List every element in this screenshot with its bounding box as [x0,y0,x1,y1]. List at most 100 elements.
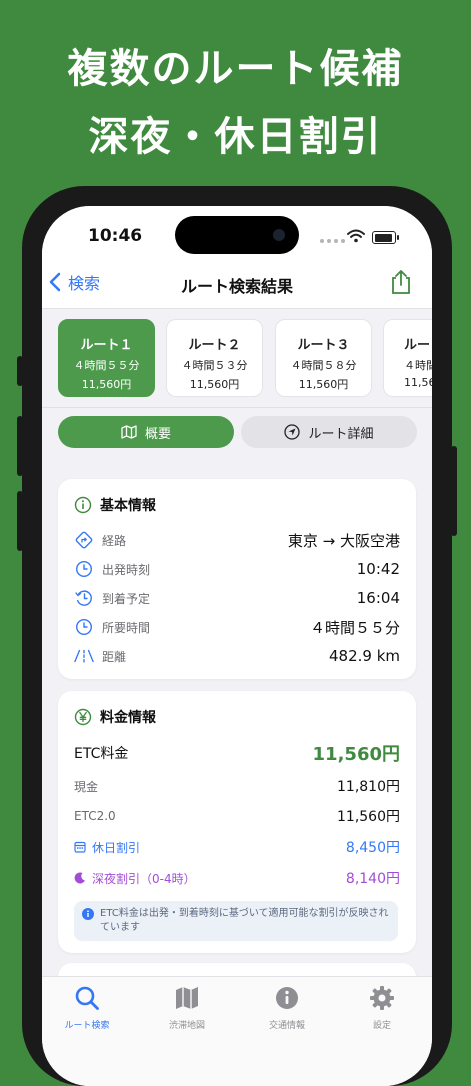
route-price: 11,560円 [189,378,240,391]
fee-info-header: 料金情報 [74,707,156,727]
route-duration: ４時間５８分 [290,359,357,372]
fee-row-holiday: 休日割引 8,450円 [74,836,400,858]
camera-icon [273,229,285,241]
map-icon [121,425,137,439]
holiday-discount-label: 休日割引 [74,839,346,856]
arrival-label: 到着予定 [102,591,151,606]
route-name: ルート１ [80,338,133,353]
search-icon [75,986,99,1010]
status-bar: 10:46 [42,206,432,256]
cash-fee-value: 11,810円 [337,779,400,795]
moon-icon [74,872,85,884]
fee-note: ETC料金は出発・到着時刻に基づいて適用可能な割引が反映されています [74,901,398,941]
phone-frame: 10:46 検索 ルート検索結果 ルート１ ４時間５５分 11,560円 ルート… [17,186,457,1086]
fee-info-card: 料金情報 ETC料金 11,560円 現金 11,810円 ETC2.0 11,… [58,691,416,953]
tab-settings[interactable]: 設定 [337,985,427,1031]
route-duration: ４時間５５分 [73,359,140,372]
app-screen: 10:46 検索 ルート検索結果 ルート１ ４時間５５分 11,560円 ルート… [42,206,432,1086]
tab-congestion-map[interactable]: 渋滞地図 [142,985,232,1031]
info-circle-icon [82,908,94,920]
clock-icon [75,618,93,636]
route-price: 11,560円 [298,378,349,391]
info-row-route: 経路 東京 → 大阪空港 [74,529,400,551]
tab-bar: ルート検索 渋滞地図 交通情報 設定 [42,976,432,1086]
power-button [451,446,457,536]
headline-line1: 複数のルート候補 [67,46,404,92]
info-icon [74,496,92,514]
basic-info-title: 基本情報 [100,498,156,514]
volume-down-button [17,491,23,551]
etc2-fee-label: ETC2.0 [74,809,116,823]
tab-route-search-label: ルート検索 [64,1021,110,1031]
info-row-departure: 出発時刻 10:42 [74,558,400,580]
share-icon[interactable] [390,269,412,295]
route-card-1[interactable]: ルート１ ４時間５５分 11,560円 [58,319,155,397]
fee-row-night: 深夜割引（0-4時） 8,140円 [74,867,400,889]
route-card-2[interactable]: ルート２ ４時間５３分 11,560円 [166,319,263,397]
tab-route-search[interactable]: ルート検索 [42,985,132,1031]
route-duration: ４時間５３分 [181,359,248,372]
fee-note-text: ETC料金は出発・到着時刻に基づいて適用可能な割引が反映されています [100,908,389,933]
distance-label: 距離 [102,649,127,664]
route-name: ルー [404,338,431,353]
route-card-3[interactable]: ルート３ ４時間５８分 11,560円 [275,319,372,397]
info-row-duration: 所要時間 ４時間５５分 [74,616,400,638]
tab-overview[interactable]: 概要 [58,416,234,448]
route-name: ルート３ [297,338,350,353]
route-price: 11,560円 [81,378,132,391]
etc-fee-label: ETC料金 [74,746,129,762]
departure-label: 出発時刻 [102,562,151,577]
cash-fee-label: 現金 [74,779,99,794]
yen-icon [74,708,92,726]
clock-icon [75,560,93,578]
directions-icon [75,531,93,549]
info-row-distance: 距離 482.9 km [74,645,400,667]
route-price: 11,56 [404,376,432,389]
holiday-discount-value: 8,450円 [345,840,400,856]
basic-info-card: 基本情報 経路 東京 → 大阪空港 出発時刻 10:42 到着予定 16:04 … [58,479,416,679]
tab-route-detail-label: ルート詳細 [308,426,374,442]
info-row-arrival: 到着予定 16:04 [74,587,400,609]
fee-row-etc: ETC料金 11,560円 [74,742,400,765]
tab-settings-label: 設定 [372,1021,391,1031]
night-discount-value: 8,140円 [345,871,400,887]
status-time: 10:46 [88,226,143,246]
volume-up-button [17,416,23,476]
night-discount-label: 深夜割引（0-4時） [74,870,346,887]
headline-line2: 深夜・休日割引 [88,114,383,160]
etc-fee-value: 11,560円 [312,744,400,765]
navigation-bar: 検索 ルート検索結果 [42,256,432,309]
departure-value: 10:42 [356,560,400,578]
route-name: ルート２ [188,338,241,353]
route-value: 東京 → 大阪空港 [287,531,400,550]
clock-arrow-icon [75,590,92,606]
tab-traffic-info-label: 交通情報 [268,1021,305,1031]
calendar-icon [74,841,86,853]
route-label: 経路 [102,533,127,548]
road-icon [74,649,94,663]
route-selector: ルート１ ４時間５５分 11,560円 ルート２ ４時間５３分 11,560円 … [42,309,432,408]
fee-info-title: 料金情報 [100,710,156,726]
route-duration: ４時間 [404,359,432,372]
fee-row-cash: 現金 11,810円 [74,775,400,797]
tab-traffic-info[interactable]: 交通情報 [242,985,332,1031]
duration-value: ４時間５５分 [309,618,400,637]
battery-icon [372,231,399,244]
distance-value: 482.9 km [328,647,400,665]
route-card-4[interactable]: ルー ４時間 11,56 [383,319,432,397]
dynamic-island [175,216,299,254]
signal-icon [320,239,345,243]
duration-label: 所要時間 [102,620,151,635]
etc2-fee-value: 11,560円 [337,809,400,825]
night-discount-text: 深夜割引（0-4時） [92,871,196,886]
tab-route-detail[interactable]: ルート詳細 [241,416,417,448]
map-icon [176,987,198,1009]
tab-congestion-map-label: 渋滞地図 [168,1021,205,1031]
gear-icon [370,986,394,1010]
basic-info-header: 基本情報 [74,495,156,515]
page-title: ルート検索結果 [180,277,293,296]
tab-overview-label: 概要 [144,426,171,442]
navigation-arrow-icon [284,424,301,440]
action-button [17,356,23,386]
fee-row-etc2: ETC2.0 11,560円 [74,805,400,827]
